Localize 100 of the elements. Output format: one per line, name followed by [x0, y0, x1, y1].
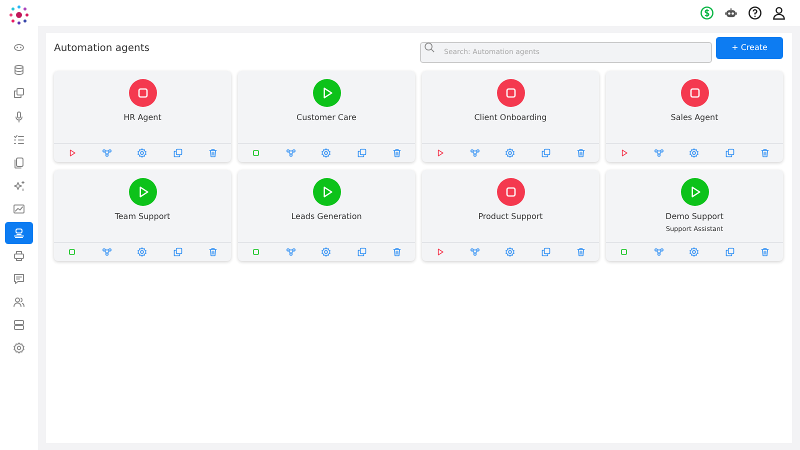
workflow-button[interactable]	[102, 247, 112, 257]
copy-icon	[724, 247, 735, 257]
copy-icon	[724, 148, 735, 158]
stop-button[interactable]	[250, 148, 261, 158]
trash-icon	[576, 247, 586, 257]
delete-button[interactable]	[576, 247, 586, 257]
copy-icon	[540, 247, 551, 257]
database-icon	[13, 64, 25, 76]
workflow-icon	[286, 148, 296, 158]
delete-button[interactable]	[208, 148, 218, 158]
page-title: Automation agents	[54, 42, 150, 56]
user-icon[interactable]	[772, 6, 786, 20]
workflow-button[interactable]	[286, 247, 296, 257]
workflow-icon	[470, 247, 480, 257]
status-button[interactable]	[496, 178, 524, 206]
settings-button[interactable]	[689, 148, 700, 158]
settings-button[interactable]	[137, 148, 148, 158]
workflow-button[interactable]	[654, 148, 664, 158]
duplicate-button[interactable]	[724, 148, 735, 158]
delete-button[interactable]	[576, 148, 586, 158]
workflow-button[interactable]	[654, 247, 664, 257]
logo-icon	[8, 4, 30, 26]
workflow-icon	[470, 148, 480, 158]
settings-icon	[137, 148, 148, 158]
server-icon	[13, 319, 25, 332]
duplicate-button[interactable]	[540, 148, 551, 158]
workflow-button[interactable]	[470, 247, 480, 257]
status-button[interactable]	[496, 79, 524, 107]
settings-icon	[137, 247, 148, 257]
agent-name: HR Agent	[124, 112, 162, 124]
agent-name: Demo Support	[666, 211, 724, 223]
copy-icon	[356, 148, 367, 158]
workflow-button[interactable]	[286, 148, 296, 158]
status-button[interactable]	[128, 178, 156, 206]
workflow-icon	[654, 148, 664, 158]
duplicate-button[interactable]	[172, 148, 183, 158]
stop-button[interactable]	[66, 247, 77, 257]
documents-icon	[13, 156, 25, 169]
settings-icon	[689, 247, 700, 257]
status-button[interactable]	[680, 79, 708, 107]
help-icon[interactable]	[748, 6, 762, 20]
settings-button[interactable]	[321, 247, 332, 257]
copy-icon	[172, 148, 183, 158]
sidebar-item[interactable]	[5, 222, 33, 244]
copy-icon	[540, 148, 551, 158]
trash-icon	[208, 247, 218, 257]
delete-button[interactable]	[208, 247, 218, 257]
settings-icon	[13, 342, 25, 354]
agent-name: Client Onboarding	[474, 112, 547, 124]
workflow-icon	[654, 247, 664, 257]
settings-icon	[505, 148, 516, 158]
settings-icon	[689, 148, 700, 158]
dollar-icon[interactable]	[700, 6, 714, 20]
stop-button[interactable]	[618, 247, 629, 257]
workflow-button[interactable]	[470, 148, 480, 158]
agent-name: Team Support	[114, 211, 170, 223]
settings-button[interactable]	[137, 247, 148, 257]
workflow-button[interactable]	[102, 148, 112, 158]
trash-icon	[576, 148, 586, 158]
settings-icon	[321, 148, 332, 158]
stop-icon	[250, 148, 261, 158]
delete-button[interactable]	[392, 148, 402, 158]
trash-icon	[392, 148, 402, 158]
settings-button[interactable]	[505, 148, 516, 158]
settings-button[interactable]	[321, 148, 332, 158]
status-button[interactable]	[312, 79, 340, 107]
settings-button[interactable]	[689, 247, 700, 257]
workflow-icon	[286, 247, 296, 257]
robot-icon[interactable]	[724, 6, 738, 20]
agent-name: Sales Agent	[670, 112, 718, 124]
duplicate-button[interactable]	[356, 148, 367, 158]
copy-icon	[172, 247, 183, 257]
trash-icon	[392, 247, 402, 257]
chat-icon	[13, 272, 25, 285]
duplicate-button[interactable]	[724, 247, 735, 257]
sparkles-icon	[13, 180, 25, 192]
settings-button[interactable]	[505, 247, 516, 257]
duplicate-button[interactable]	[540, 247, 551, 257]
copy-icon	[356, 247, 367, 257]
checklist-icon	[13, 134, 25, 146]
settings-icon	[321, 247, 332, 257]
delete-button[interactable]	[760, 247, 770, 257]
copy-icon	[13, 87, 25, 100]
status-button[interactable]	[128, 79, 156, 107]
duplicate-button[interactable]	[172, 247, 183, 257]
workflow-icon	[102, 247, 112, 257]
chart-image-icon	[13, 203, 25, 216]
delete-button[interactable]	[760, 148, 770, 158]
agent-name: Leads Generation	[291, 211, 362, 223]
workflow-icon	[102, 148, 112, 158]
duplicate-button[interactable]	[356, 247, 367, 257]
agent-name: Product Support	[478, 211, 543, 223]
delete-button[interactable]	[392, 247, 402, 257]
settings-icon	[505, 247, 516, 257]
stop-icon	[250, 247, 261, 257]
stop-icon	[66, 247, 77, 257]
create-button[interactable]: + Create	[716, 37, 783, 59]
stop-button[interactable]	[250, 247, 261, 257]
status-button[interactable]	[680, 178, 708, 206]
status-button[interactable]	[312, 178, 340, 206]
